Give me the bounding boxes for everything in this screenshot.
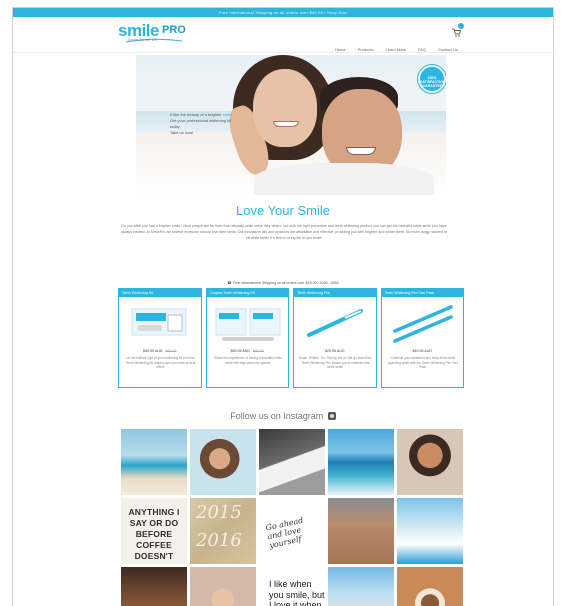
post-caption-coffee: ANYTHING I SAY OR DO BEFORE COFFEE DOESN… [128,507,180,564]
hero-woman-face [253,69,317,147]
hero-line1: If like the beauty of a brighter [170,112,222,117]
instagram-title: Follow us on Instagram [230,411,324,421]
hero-line2: Get your professional whitening kit toda… [170,118,232,129]
instagram-post[interactable] [397,567,463,606]
post-caption-script: Go ahead and love yourself [264,515,305,551]
price-current: $59.95 AUD [230,349,250,353]
hero-line3: Take us now! [170,130,194,135]
hero-shirts [254,163,434,195]
price-current: $49.95 AUD [143,349,163,353]
page-frame: Free International Shipping on all order… [12,7,554,606]
product-list: Teeth Whitening Kit $49.95 AUD $89.95 Le… [118,288,464,390]
instagram-heading[interactable]: Follow us on Instagram [13,411,553,421]
price-current: $49.95 AUD [412,349,432,353]
post-caption-quote: I like when you smile, but I love it whe… [269,579,325,606]
price-old: $99.95 [252,349,264,353]
hero-man-smile [346,147,376,155]
instagram-post[interactable] [328,567,394,606]
instagram-post[interactable] [397,498,463,564]
product-card[interactable]: Teeth Whitening Pen Two Pack $49.95 AUD … [380,288,464,388]
product-title[interactable]: Couples Teeth Whitening Kit [206,289,288,297]
post-year-2016: 2016 [196,530,242,551]
instagram-post[interactable] [121,567,187,606]
guarantee-seal-icon: 100% SATISFACTION GUARANTEED [418,65,446,93]
nav-item-learn-more[interactable]: Learn More [385,47,405,52]
product-price: $59.95 AUD $99.95 [207,349,289,353]
post-year-2015: 2015 [196,502,242,523]
instagram-post[interactable] [190,567,256,606]
couples-kit-image [215,308,280,341]
product-desc: Brush, Whiten, Go. Pick up the on-the-go… [298,356,373,370]
logo-tagline: Smile Direct Co. [128,38,159,42]
product-title[interactable]: Teeth Whitening Pen [294,289,376,297]
intro-paragraph: Do you wish you had a brighter smile? Mo… [121,224,448,240]
instagram-post[interactable]: Go ahead and love yourself [259,498,325,564]
product-title[interactable]: Teeth Whitening Pen Two Pack [381,289,463,297]
main-nav: Home Products Learn More FAQ Contact Us [335,47,458,52]
whitening-kit-image [131,308,187,336]
instagram-post[interactable] [190,429,256,495]
product-desc: Continue your treatment and keep those t… [388,356,458,370]
nav-item-products[interactable]: Products [358,47,374,52]
nav-item-faq[interactable]: FAQ [418,47,426,52]
hero-woman-smile [273,121,299,127]
product-price: $49.95 AUD $89.95 [119,349,201,353]
pen-two-pack-image [392,305,453,343]
instagram-post[interactable] [328,429,394,495]
nav-item-home[interactable]: Home [335,47,346,52]
shipping-text: Free International Shipping on all order… [232,281,339,285]
product-card[interactable]: Couples Teeth Whitening Kit $59.95 AUD $… [205,288,289,388]
product-card[interactable]: Teeth Whitening Kit $49.95 AUD $89.95 Le… [118,288,202,388]
logo[interactable]: smile PRO Smile Direct Co. [118,21,194,47]
phone-icon: ☎ [227,281,232,285]
instagram-post[interactable]: 2015 2016 [190,498,256,564]
instagram-post[interactable]: I like when you smile, but I love it whe… [259,567,325,606]
instagram-icon [327,412,336,420]
product-price: $29.95 AUD [294,349,376,353]
product-card[interactable]: Teeth Whitening Pen $29.95 AUD Brush, Wh… [293,288,377,388]
product-price: $49.95 AUD [382,349,464,353]
instagram-post[interactable] [328,498,394,564]
logo-pro: PRO [162,24,186,36]
seal-text: 100% SATISFACTION GUARANTEED [420,76,446,88]
price-current: $29.95 AUD [325,349,345,353]
instagram-post[interactable] [259,429,325,495]
instagram-post[interactable]: ANYTHING I SAY OR DO BEFORE COFFEE DOESN… [121,498,187,564]
product-title[interactable]: Teeth Whitening Kit [119,289,201,297]
product-desc: Share the experience of having a beautif… [213,356,283,365]
instagram-grid: ANYTHING I SAY OR DO BEFORE COFFEE DOESN… [121,429,463,606]
shipping-line: ☎ Free International Shipping on all ord… [13,281,553,285]
whitening-pen-image [307,309,363,337]
instagram-post[interactable] [397,429,463,495]
nav-item-contact[interactable]: Contact Us [438,47,458,52]
hero-highlight: smile [222,112,233,117]
cart-badge [458,23,464,29]
product-desc: Let the brilliant light of your whitenin… [125,356,196,370]
price-old: $89.95 [165,349,177,353]
section-title: Love Your Smile [236,203,330,218]
announcement-bar[interactable]: Free International Shipping on all order… [13,8,553,17]
cart-button[interactable] [451,23,464,37]
instagram-post[interactable] [121,429,187,495]
site-header: smile PRO Smile Direct Co. Home Products… [13,17,553,53]
hero-banner[interactable]: If like the beauty of a brighter smile G… [136,55,446,195]
hero-copy: If like the beauty of a brighter smile G… [170,112,242,136]
